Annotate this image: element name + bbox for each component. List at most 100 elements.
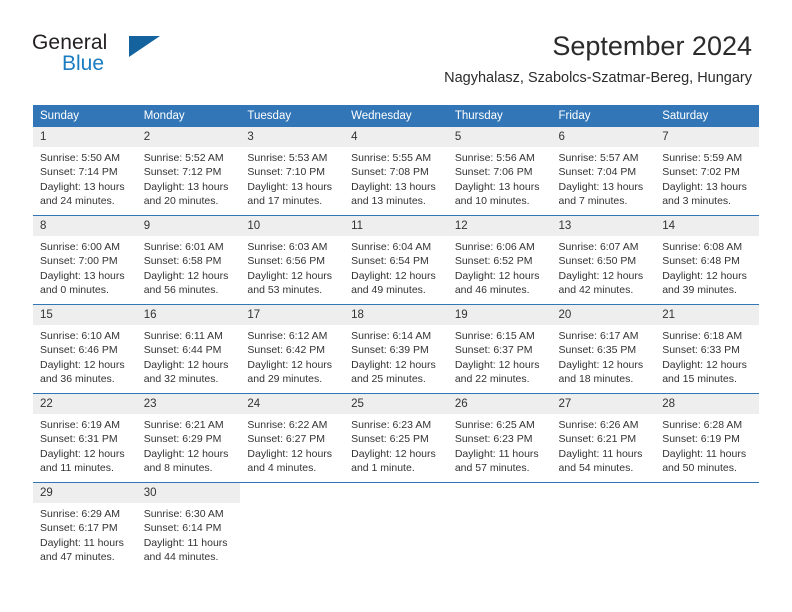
day-cell-content: 12 Sunrise: 6:06 AM Sunset: 6:52 PM Dayligh… — [447, 216, 552, 304]
page-header: General Blue September 2024 Nagyhalasz, … — [0, 0, 792, 100]
weekday-header-wednesday: Wednesday — [344, 105, 448, 127]
calendar-day-cell[interactable]: 12 Sunrise: 6:06 AM Sunset: 6:52 PM Dayligh… — [447, 215, 552, 305]
day-number: 2 — [136, 127, 241, 147]
sunrise-text: Sunrise: 6:19 AM — [40, 419, 120, 431]
day-number: 6 — [551, 127, 656, 147]
sunrise-text: Sunrise: 6:26 AM — [558, 419, 639, 431]
empty-day-placeholder — [240, 483, 345, 571]
day-details: Sunrise: 6:23 AM Sunset: 6:25 PM Daylight:… — [344, 414, 448, 475]
day-details: Sunrise: 6:28 AM Sunset: 6:19 PM Daylight:… — [655, 414, 759, 475]
daylight-text-line1: Daylight: 12 hours — [454, 269, 540, 282]
day-cell-content: 19 Sunrise: 6:15 AM Sunset: 6:37 PM Dayligh… — [447, 305, 552, 393]
calendar-day-cell[interactable]: 22 Sunrise: 6:19 AM Sunset: 6:31 PM Dayligh… — [33, 393, 137, 483]
day-cell-content: 17 Sunrise: 6:12 AM Sunset: 6:42 PM Dayligh… — [240, 305, 345, 393]
calendar-day-cell[interactable]: 17 Sunrise: 6:12 AM Sunset: 6:42 PM Dayligh… — [240, 304, 345, 394]
calendar-day-cell-empty — [655, 482, 759, 571]
calendar-week-row: 29 Sunrise: 6:29 AM Sunset: 6:17 PM Dayligh… — [33, 482, 759, 571]
daylight-text-line2: and 57 minutes. — [454, 461, 530, 474]
calendar-day-cell[interactable]: 19 Sunrise: 6:15 AM Sunset: 6:37 PM Dayligh… — [447, 304, 552, 394]
sunset-text: Sunset: 7:10 PM — [247, 166, 326, 179]
calendar-day-cell[interactable]: 7 Sunrise: 5:59 AM Sunset: 7:02 PM Daylight… — [655, 127, 759, 216]
day-cell-content: 18 Sunrise: 6:14 AM Sunset: 6:39 PM Dayligh… — [344, 305, 448, 393]
calendar-day-cell[interactable]: 15 Sunrise: 6:10 AM Sunset: 6:46 PM Dayligh… — [33, 304, 137, 394]
calendar-day-cell[interactable]: 6 Sunrise: 5:57 AM Sunset: 7:04 PM Daylight… — [551, 127, 656, 216]
sunset-text: Sunset: 6:39 PM — [351, 344, 429, 357]
calendar-day-cell[interactable]: 30 Sunrise: 6:30 AM Sunset: 6:14 PM Dayligh… — [136, 482, 241, 571]
daylight-text-line2: and 22 minutes. — [454, 372, 530, 385]
weekday-header-sunday: Sunday — [33, 105, 137, 127]
sunrise-text: Sunrise: 6:28 AM — [662, 419, 743, 431]
day-cell-content: 11 Sunrise: 6:04 AM Sunset: 6:54 PM Dayligh… — [344, 216, 448, 304]
day-number: 14 — [655, 216, 759, 236]
calendar-day-cell[interactable]: 14 Sunrise: 6:08 AM Sunset: 6:48 PM Dayligh… — [655, 215, 759, 305]
calendar-day-cell[interactable]: 13 Sunrise: 6:07 AM Sunset: 6:50 PM Dayligh… — [551, 215, 656, 305]
calendar-day-cell[interactable]: 3 Sunrise: 5:53 AM Sunset: 7:10 PM Daylight… — [240, 127, 345, 216]
day-cell-content: 24 Sunrise: 6:22 AM Sunset: 6:27 PM Dayligh… — [240, 394, 345, 482]
day-cell-content: 16 Sunrise: 6:11 AM Sunset: 6:44 PM Dayligh… — [136, 305, 241, 393]
daylight-text-line2: and 15 minutes. — [662, 372, 737, 385]
sunset-text: Sunset: 6:23 PM — [454, 433, 533, 446]
daylight-text-line1: Daylight: 13 hours — [247, 180, 333, 193]
daylight-text-line1: Daylight: 12 hours — [558, 358, 644, 371]
weekday-header-saturday: Saturday — [655, 105, 759, 127]
calendar-day-cell[interactable]: 11 Sunrise: 6:04 AM Sunset: 6:54 PM Dayligh… — [344, 215, 448, 305]
calendar-day-cell[interactable]: 1 Sunrise: 5:50 AM Sunset: 7:14 PM Daylight… — [33, 127, 137, 216]
calendar-day-cell[interactable]: 25 Sunrise: 6:23 AM Sunset: 6:25 PM Dayligh… — [344, 393, 448, 483]
calendar-day-cell[interactable]: 20 Sunrise: 6:17 AM Sunset: 6:35 PM Dayligh… — [551, 304, 656, 394]
sunset-text: Sunset: 6:17 PM — [40, 522, 118, 535]
sunset-text: Sunset: 7:02 PM — [662, 166, 740, 179]
calendar-day-cell[interactable]: 21 Sunrise: 6:18 AM Sunset: 6:33 PM Dayligh… — [655, 304, 759, 394]
calendar-day-cell[interactable]: 28 Sunrise: 6:28 AM Sunset: 6:19 PM Dayligh… — [655, 393, 759, 483]
day-details: Sunrise: 6:19 AM Sunset: 6:31 PM Daylight:… — [33, 414, 137, 475]
calendar-day-cell[interactable]: 26 Sunrise: 6:25 AM Sunset: 6:23 PM Dayligh… — [447, 393, 552, 483]
calendar-day-cell[interactable]: 10 Sunrise: 6:03 AM Sunset: 6:56 PM Dayligh… — [240, 215, 345, 305]
calendar-day-cell[interactable]: 16 Sunrise: 6:11 AM Sunset: 6:44 PM Dayligh… — [136, 304, 241, 394]
calendar-day-cell-empty — [240, 482, 345, 571]
sunset-text: Sunset: 6:27 PM — [247, 433, 326, 446]
daylight-text-line2: and 44 minutes. — [143, 550, 219, 563]
sunset-text: Sunset: 7:08 PM — [351, 166, 429, 179]
sunset-text: Sunset: 6:37 PM — [454, 344, 533, 357]
daylight-text-line1: Daylight: 13 hours — [143, 180, 229, 193]
day-details: Sunrise: 5:57 AM Sunset: 7:04 PM Daylight:… — [552, 147, 656, 208]
day-cell-content: 22 Sunrise: 6:19 AM Sunset: 6:31 PM Dayligh… — [33, 394, 137, 482]
calendar-day-cell[interactable]: 24 Sunrise: 6:22 AM Sunset: 6:27 PM Dayligh… — [240, 393, 345, 483]
weekday-header-row: Sunday Monday Tuesday Wednesday Thursday… — [33, 105, 759, 127]
calendar-day-cell[interactable]: 2 Sunrise: 5:52 AM Sunset: 7:12 PM Daylight… — [136, 127, 241, 216]
sunset-text: Sunset: 7:00 PM — [40, 255, 118, 268]
day-details: Sunrise: 6:10 AM Sunset: 6:46 PM Daylight:… — [33, 325, 137, 386]
calendar-day-cell[interactable]: 29 Sunrise: 6:29 AM Sunset: 6:17 PM Dayligh… — [33, 482, 137, 571]
sunrise-text: Sunrise: 6:00 AM — [40, 241, 120, 253]
calendar-week-row: 1 Sunrise: 5:50 AM Sunset: 7:14 PM Daylight… — [33, 127, 759, 216]
day-details: Sunrise: 6:00 AM Sunset: 7:00 PM Daylight:… — [33, 236, 137, 297]
sunrise-text: Sunrise: 6:15 AM — [454, 330, 535, 342]
sunrise-text: Sunrise: 6:08 AM — [662, 241, 743, 253]
day-details: Sunrise: 6:29 AM Sunset: 6:17 PM Daylight:… — [33, 503, 137, 564]
daylight-text-line1: Daylight: 13 hours — [662, 180, 747, 193]
calendar-day-cell[interactable]: 18 Sunrise: 6:14 AM Sunset: 6:39 PM Dayligh… — [344, 304, 448, 394]
sunrise-text: Sunrise: 6:23 AM — [351, 419, 432, 431]
sunset-text: Sunset: 6:35 PM — [558, 344, 637, 357]
day-cell-content: 26 Sunrise: 6:25 AM Sunset: 6:23 PM Dayligh… — [447, 394, 552, 482]
calendar-day-cell[interactable]: 5 Sunrise: 5:56 AM Sunset: 7:06 PM Daylight… — [447, 127, 552, 216]
day-cell-content: 9 Sunrise: 6:01 AM Sunset: 6:58 PM Daylight… — [136, 216, 241, 304]
calendar-day-cell[interactable]: 27 Sunrise: 6:26 AM Sunset: 6:21 PM Dayligh… — [551, 393, 656, 483]
daylight-text-line2: and 46 minutes. — [454, 283, 530, 296]
daylight-text-line2: and 7 minutes. — [558, 194, 628, 207]
day-number: 15 — [33, 305, 137, 325]
empty-day-placeholder — [551, 483, 656, 571]
weekday-header-friday: Friday — [551, 105, 656, 127]
calendar-day-cell[interactable]: 4 Sunrise: 5:55 AM Sunset: 7:08 PM Daylight… — [344, 127, 448, 216]
calendar-day-cell[interactable]: 8 Sunrise: 6:00 AM Sunset: 7:00 PM Daylight… — [33, 215, 137, 305]
day-number: 26 — [447, 394, 552, 414]
calendar-day-cell[interactable]: 23 Sunrise: 6:21 AM Sunset: 6:29 PM Dayligh… — [136, 393, 241, 483]
daylight-text-line2: and 1 minute. — [351, 461, 415, 474]
sunset-text: Sunset: 6:50 PM — [558, 255, 637, 268]
day-number: 24 — [240, 394, 345, 414]
daylight-text-line2: and 47 minutes. — [40, 550, 115, 563]
empty-day-placeholder — [344, 483, 448, 571]
sunset-text: Sunset: 6:33 PM — [662, 344, 740, 357]
daylight-text-line1: Daylight: 12 hours — [558, 269, 644, 282]
sunrise-text: Sunrise: 5:57 AM — [558, 152, 639, 164]
calendar-day-cell[interactable]: 9 Sunrise: 6:01 AM Sunset: 6:58 PM Daylight… — [136, 215, 241, 305]
